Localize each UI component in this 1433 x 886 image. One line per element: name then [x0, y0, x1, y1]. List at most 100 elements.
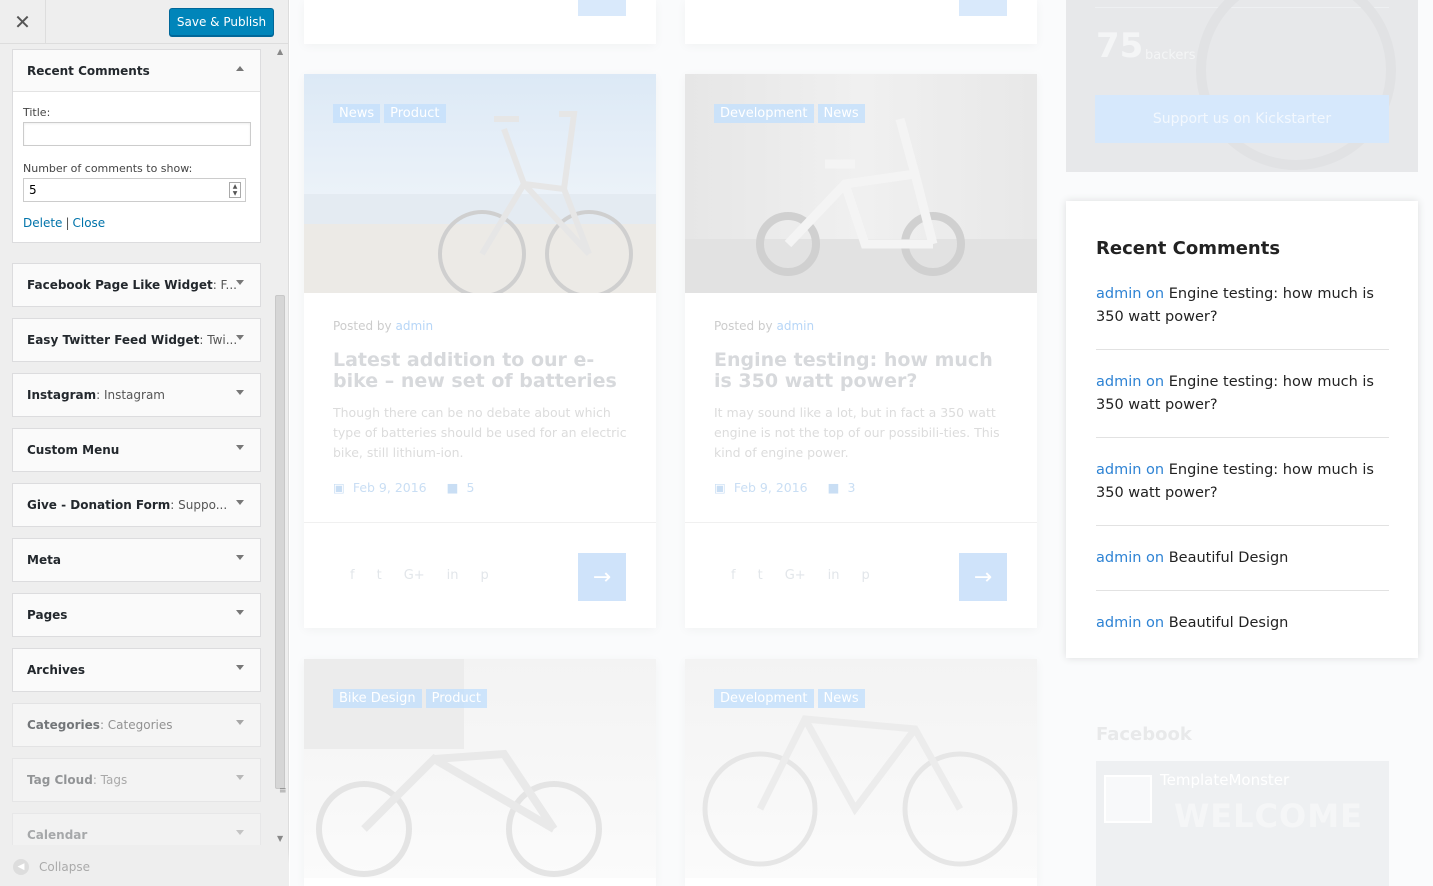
- comment-author[interactable]: admin on: [1096, 550, 1164, 566]
- tag-development[interactable]: Development: [714, 689, 814, 708]
- expand-arrow-icon[interactable]: [236, 390, 244, 395]
- action-separator: |: [65, 216, 70, 230]
- tag-bike-design[interactable]: Bike Design: [333, 689, 422, 708]
- post-image[interactable]: Bike Design Product: [304, 659, 656, 878]
- close-link[interactable]: Close: [72, 216, 105, 230]
- comment-count[interactable]: 5: [466, 480, 474, 495]
- post-author-link[interactable]: admin: [776, 319, 814, 333]
- post-image[interactable]: News Product: [304, 74, 656, 293]
- post-title[interactable]: Engine testing: how much is 350 watt pow…: [714, 350, 1014, 392]
- tag-product[interactable]: Product: [425, 689, 487, 708]
- post-card: News Product Posted by admin Latest addi…: [304, 74, 656, 628]
- widget-custom-menu[interactable]: Custom Menu: [12, 428, 261, 472]
- post-author-link[interactable]: admin: [395, 319, 433, 333]
- widget-instagram[interactable]: Instagram: Instagram: [12, 373, 261, 417]
- spinner-icon[interactable]: ▲ ▼: [229, 182, 241, 198]
- expand-arrow-icon[interactable]: [236, 775, 244, 780]
- expand-arrow-icon[interactable]: [236, 335, 244, 340]
- expand-arrow-icon[interactable]: [236, 665, 244, 670]
- posted-by-label: Posted by: [333, 319, 392, 333]
- collapse-button[interactable]: ◀ Collapse: [0, 848, 289, 886]
- site-preview: News Product Posted by admin Latest addi…: [290, 0, 1433, 886]
- save-publish-button[interactable]: Save & Publish: [169, 8, 274, 36]
- widget-header-recent-comments[interactable]: Recent Comments: [13, 50, 260, 92]
- comment-count-input[interactable]: [24, 179, 224, 201]
- share-icons: f t G+ in p: [731, 568, 870, 583]
- read-more-arrow-icon[interactable]: →: [959, 553, 1007, 601]
- pinterest-icon[interactable]: p: [862, 568, 870, 583]
- facebook-icon[interactable]: f: [350, 568, 355, 583]
- post-excerpt: Though there can be no debate about whic…: [333, 405, 627, 460]
- post-image[interactable]: Development News: [685, 74, 1037, 293]
- delete-link[interactable]: Delete: [23, 216, 62, 230]
- comment-count[interactable]: 3: [847, 480, 855, 495]
- post-image[interactable]: Development News: [685, 659, 1037, 878]
- expand-arrow-icon[interactable]: [236, 610, 244, 615]
- expand-arrow-icon[interactable]: [236, 445, 244, 450]
- close-icon[interactable]: ✕: [0, 0, 46, 44]
- comment-author[interactable]: admin on: [1096, 462, 1164, 478]
- post-card: Development News: [685, 659, 1037, 886]
- post-card: Development News Posted by admin Engine …: [685, 74, 1037, 628]
- title-input[interactable]: [23, 122, 251, 146]
- facebook-page-name[interactable]: TemplateMonster: [1160, 771, 1289, 789]
- grip-icon: ≡: [279, 786, 287, 796]
- kickstarter-support-button[interactable]: Support us on Kickstarter: [1095, 95, 1389, 143]
- comment-item: admin on Engine testing: how much is 350…: [1096, 371, 1389, 417]
- read-more-arrow-icon[interactable]: →: [578, 553, 626, 601]
- calendar-icon: ▣: [333, 480, 345, 495]
- comment-post-link[interactable]: Beautiful Design: [1169, 615, 1289, 631]
- google-plus-icon[interactable]: G+: [785, 568, 806, 583]
- expand-arrow-icon[interactable]: [236, 555, 244, 560]
- scroll-down-icon[interactable]: ▼: [277, 834, 283, 843]
- recent-comments-widget: Recent Comments admin on Engine testing:…: [1066, 201, 1418, 658]
- linkedin-icon[interactable]: in: [447, 568, 459, 583]
- expand-arrow-icon[interactable]: [236, 720, 244, 725]
- next-button-partial[interactable]: [959, 0, 1007, 16]
- comment-author[interactable]: admin on: [1096, 615, 1164, 631]
- widget-calendar[interactable]: Calendar: [12, 813, 261, 845]
- widget-archives[interactable]: Archives: [12, 648, 261, 692]
- tag-product[interactable]: Product: [384, 104, 446, 123]
- tag-news[interactable]: News: [817, 104, 865, 123]
- widget-pages[interactable]: Pages: [12, 593, 261, 637]
- sidebar-scrollbar[interactable]: ▲ ≡ ▼: [273, 45, 287, 845]
- widget-name: Archives: [27, 663, 86, 677]
- scroll-thumb[interactable]: ≡: [275, 295, 287, 796]
- calendar-icon: ▣: [714, 480, 726, 495]
- widget-categories[interactable]: Categories: Categories: [12, 703, 261, 747]
- facebook-page-plugin[interactable]: TemplateMonster WELCOME: [1096, 761, 1389, 886]
- facebook-icon[interactable]: f: [731, 568, 736, 583]
- expand-arrow-icon[interactable]: [236, 280, 244, 285]
- tag-news[interactable]: News: [817, 689, 865, 708]
- widget-facebook-page-like[interactable]: Facebook Page Like Widget: F...: [12, 263, 261, 307]
- comment-author[interactable]: admin on: [1096, 374, 1164, 390]
- twitter-icon[interactable]: t: [377, 568, 382, 583]
- post-title[interactable]: Latest addition to our e-bike – new set …: [333, 350, 633, 392]
- widget-tag-cloud[interactable]: Tag Cloud: Tags: [12, 758, 261, 802]
- twitter-icon[interactable]: t: [758, 568, 763, 583]
- comment-post-link[interactable]: Beautiful Design: [1169, 550, 1289, 566]
- widget-meta[interactable]: Meta: [12, 538, 261, 582]
- backers-count: 75: [1096, 26, 1144, 66]
- tag-news[interactable]: News: [333, 104, 381, 123]
- comment-divider: [1096, 349, 1389, 350]
- comment-item: admin on Beautiful Design: [1096, 612, 1389, 635]
- comment-item: admin on Beautiful Design: [1096, 547, 1389, 570]
- google-plus-icon[interactable]: G+: [404, 568, 425, 583]
- comment-author[interactable]: admin on: [1096, 286, 1164, 302]
- pinterest-icon[interactable]: p: [481, 568, 489, 583]
- next-button-partial[interactable]: [578, 0, 626, 16]
- scroll-up-icon[interactable]: ▲: [277, 47, 283, 56]
- post-date: Feb 9, 2016: [733, 480, 808, 495]
- widget-easy-twitter-feed[interactable]: Easy Twitter Feed Widget: Twi...: [12, 318, 261, 362]
- linkedin-icon[interactable]: in: [828, 568, 840, 583]
- expand-arrow-icon[interactable]: [236, 830, 244, 835]
- widget-subtitle: : F...: [212, 278, 237, 292]
- comment-count-stepper[interactable]: ▲▼: [23, 178, 246, 202]
- widget-list: Recent Comments Title: Number of comment…: [0, 45, 289, 845]
- tag-development[interactable]: Development: [714, 104, 814, 123]
- widget-give-donation-form[interactable]: Give - Donation Form: Suppo...: [12, 483, 261, 527]
- expand-arrow-icon[interactable]: [236, 500, 244, 505]
- collapse-arrow-icon[interactable]: [236, 66, 244, 71]
